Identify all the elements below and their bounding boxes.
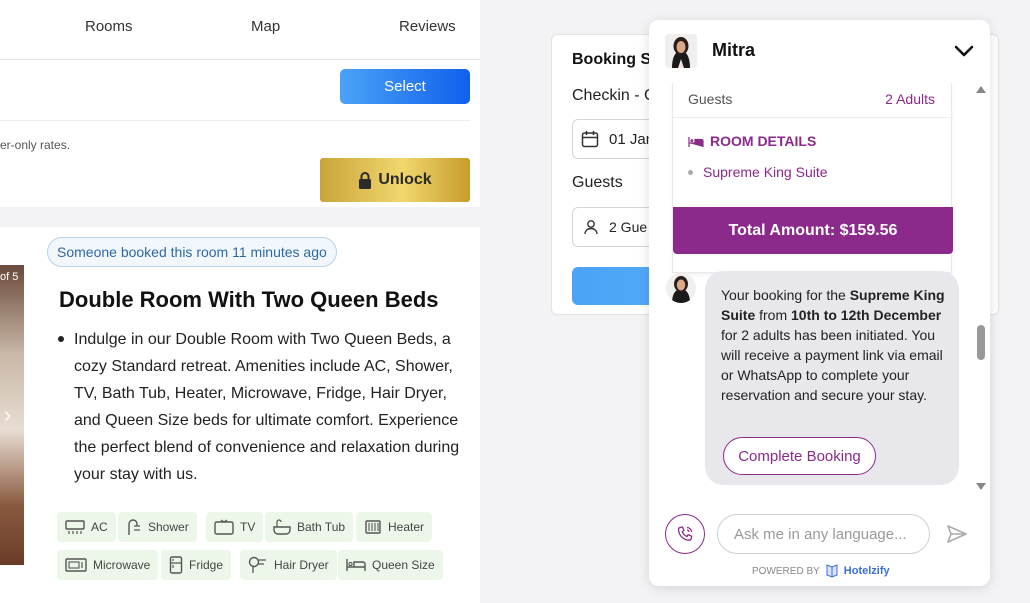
powered-by: POWERED BY Hotelzify (752, 564, 890, 578)
shower-icon (128, 519, 140, 535)
agent-avatar-small (666, 273, 696, 303)
booking-summary-message: Guests 2 Adults ROOM DETAILS Supreme Kin… (672, 83, 953, 273)
lock-icon (359, 171, 372, 189)
room-title: Double Room With Two Queen Beds (59, 287, 439, 312)
divider (673, 117, 953, 118)
bullet-dot (58, 336, 64, 342)
hair-dryer-icon (248, 556, 266, 573)
amenity-shower: Shower (118, 512, 197, 542)
calendar-icon (581, 131, 599, 148)
tab-reviews[interactable]: Reviews (399, 18, 456, 35)
amenity-heater: Heater (356, 512, 433, 542)
room-name: Supreme King Suite (703, 164, 828, 180)
photo-counter: of 5 (0, 271, 19, 283)
select-button[interactable]: Select (340, 69, 470, 104)
amenity-bath-tub: Bath Tub (265, 512, 354, 542)
amenity-tv: TV (206, 512, 264, 542)
scroll-up-arrow[interactable] (976, 86, 986, 93)
divider (0, 120, 470, 121)
amenity-microwave: Microwave (57, 550, 159, 580)
summary-guests-label: Guests (688, 91, 733, 107)
room-description: Indulge in our Double Room with Two Quee… (74, 331, 460, 483)
agent-name: Mitra (712, 40, 756, 60)
heater-icon (365, 520, 381, 534)
chat-widget: Mitra Guests 2 Adults ROOM DETAILS Supre… (649, 20, 990, 586)
person-icon (584, 220, 598, 235)
booking-summary-title: Booking S (572, 51, 652, 68)
unlock-button[interactable]: Unlock (320, 158, 470, 202)
amenity-ac: AC (57, 512, 116, 542)
bed-icon (346, 559, 366, 571)
summary-guests-value: 2 Adults (885, 91, 935, 107)
hotelzify-logo-icon (826, 564, 838, 578)
scroll-down-arrow[interactable] (976, 483, 986, 490)
amenity-label: Heater (388, 520, 425, 534)
bot-message-text: Your booking for the Supreme King Suite … (721, 287, 945, 403)
chevron-right-icon[interactable]: › (4, 402, 11, 428)
agent-avatar (665, 34, 697, 68)
bullet-dot (688, 169, 693, 175)
brand-name: Hotelzify (843, 565, 890, 577)
bed-icon (688, 136, 704, 147)
tv-icon (214, 519, 234, 535)
guests-label: Guests (572, 174, 623, 191)
amenity-hair-dryer: Hair Dryer (240, 550, 337, 580)
ac-icon (65, 520, 85, 534)
amenity-label: Hair Dryer (274, 558, 329, 572)
amenity-label: TV (240, 520, 256, 534)
room-details-label: ROOM DETAILS (710, 133, 817, 149)
room-details-heading: ROOM DETAILS (688, 133, 816, 149)
send-icon[interactable] (946, 523, 968, 545)
scrollbar-thumb[interactable] (977, 325, 985, 360)
amenity-label: Shower (148, 520, 189, 534)
total-amount: Total Amount: $159.56 (673, 207, 953, 254)
amenity-label: Fridge (189, 558, 224, 572)
complete-booking-button[interactable]: Complete Booking (723, 437, 876, 475)
bathtub-icon (273, 519, 291, 535)
tab-map[interactable]: Map (251, 18, 280, 35)
tab-rooms[interactable]: Rooms (85, 18, 133, 35)
microwave-icon (65, 558, 87, 572)
bot-message-bubble: Your booking for the Supreme King Suite … (705, 271, 959, 485)
chevron-down-icon[interactable] (953, 40, 975, 62)
amenity-label: Microwave (93, 558, 151, 572)
powered-by-label: POWERED BY (752, 565, 820, 577)
amenity-queen-size: Queen Size (338, 550, 443, 580)
checkin-date-value: 01 Jan (609, 130, 655, 148)
member-rates-text: er-only rates. (0, 138, 71, 152)
checkin-label: Checkin - C (572, 87, 656, 104)
booked-recently-badge: Someone booked this room 11 minutes ago (47, 237, 337, 267)
chat-message-input[interactable] (717, 514, 930, 554)
chat-header: Mitra (649, 20, 990, 80)
amenity-label: AC (91, 520, 108, 534)
unlock-label: Unlock (378, 171, 432, 188)
call-button[interactable] (665, 514, 705, 554)
card-gap (0, 207, 480, 227)
fridge-icon (169, 556, 183, 574)
room-listing-panel: Rooms Map Reviews Select er-only rates. … (0, 0, 480, 603)
amenity-fridge: Fridge (161, 550, 232, 580)
section-tabs: Rooms Map Reviews (0, 0, 480, 60)
phone-icon (677, 526, 693, 541)
amenity-label: Bath Tub (297, 520, 346, 534)
amenity-label: Queen Size (372, 558, 435, 572)
guests-value: 2 Gue (609, 219, 648, 235)
room-detail-item: Supreme King Suite (688, 164, 828, 180)
